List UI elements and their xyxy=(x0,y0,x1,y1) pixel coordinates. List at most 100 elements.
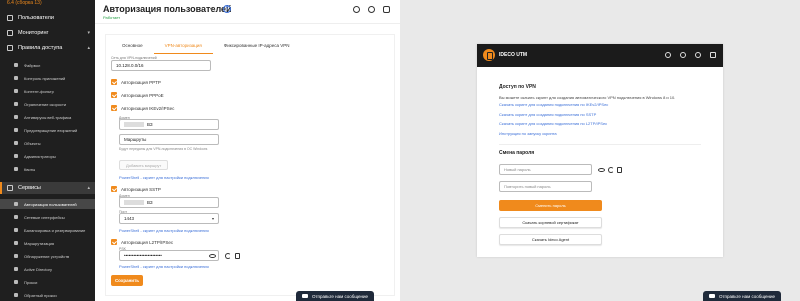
sidebar-item-monitoring[interactable]: Мониторинг ▾ xyxy=(0,27,95,39)
change-password-button[interactable]: Сменить пароль xyxy=(499,200,602,211)
sstp-download-link[interactable]: Скачать скрипт для создания подключения … xyxy=(499,112,596,117)
sidebar-item-ips[interactable]: Предотвращение вторжений xyxy=(0,125,95,135)
reverse-proxy-icon xyxy=(14,293,18,297)
pptp-checkbox[interactable]: Авторизация PPTP xyxy=(111,79,161,85)
sidebar-item-reverse-proxy[interactable]: Обратный прокси xyxy=(0,290,95,300)
add-route-button[interactable]: Добавить маршрут xyxy=(119,160,169,170)
new-password-field[interactable]: Новый пароль xyxy=(499,164,592,175)
domain-field[interactable]: ВЗ xyxy=(119,119,219,130)
settings-icon[interactable] xyxy=(695,52,701,58)
instruction-link[interactable]: Инструкция по запуску скрипта xyxy=(499,131,557,136)
password-heading: Смена пароля xyxy=(499,150,535,156)
l2tp-download-link[interactable]: Скачать скрипт для создания подключения … xyxy=(499,121,607,126)
ideco-logo-icon xyxy=(483,49,495,61)
l2tp-script-link[interactable]: PowerShell - скрипт для настройки подклю… xyxy=(119,264,209,269)
sidebar-item-device-discovery[interactable]: Обнаружение устройств xyxy=(0,251,95,261)
checkbox-checked-icon xyxy=(111,186,117,192)
sidebar-item-users[interactable]: Пользователи xyxy=(0,12,95,24)
sidebar-item-label: Антивирусы веб-трафика xyxy=(24,114,72,120)
chat-icon xyxy=(302,294,308,298)
checkbox-label: Авторизация L2TP/IPSec xyxy=(121,239,174,245)
speed-icon[interactable] xyxy=(680,52,686,58)
repeat-password-field[interactable]: Повторить новый пароль xyxy=(499,181,592,192)
ikev2-script-link[interactable]: PowerShell - скрипт для настройки подклю… xyxy=(119,175,209,180)
tab-fixed-ip[interactable]: Фиксированные IP-адреса VPN xyxy=(213,39,301,54)
help-icon[interactable]: ? xyxy=(223,5,231,13)
sstp-checkbox[interactable]: Авторизация SSTP xyxy=(111,186,161,192)
vpn-net-field[interactable]: 10.128.0.0/16 xyxy=(111,60,211,71)
support-icon[interactable] xyxy=(353,6,360,13)
routing-icon xyxy=(14,241,18,245)
sidebar-item-proxy[interactable]: Прокси xyxy=(0,277,95,287)
chat-button-left[interactable]: Отправьте нам сообщение xyxy=(296,291,375,301)
tab-basic[interactable]: Основное xyxy=(111,39,154,54)
sidebar-item-interfaces[interactable]: Сетевые интерфейсы xyxy=(0,212,95,222)
sidebar-item-user-auth[interactable]: Авторизация пользователей xyxy=(0,199,95,209)
port-select[interactable]: 1443 xyxy=(119,213,219,224)
user-icon[interactable] xyxy=(665,52,671,58)
ikev2-download-link[interactable]: Скачать скрипт для создания подключения … xyxy=(499,102,608,107)
screen: 6.4 (сборка 13) Пользователи Мониторинг … xyxy=(0,0,800,301)
pppoe-checkbox[interactable]: Авторизация PPPoE xyxy=(111,92,164,98)
sidebar-item-firewall[interactable]: Файрвол xyxy=(0,60,95,70)
sidebar-item-quotas[interactable]: Квоты xyxy=(0,164,95,174)
sidebar-item-label: Администраторы xyxy=(24,153,56,159)
eye-icon[interactable] xyxy=(209,254,216,258)
eye-icon[interactable] xyxy=(598,168,605,172)
logout-icon[interactable] xyxy=(710,52,716,58)
filter-icon xyxy=(14,89,18,93)
copy-icon[interactable] xyxy=(617,167,622,173)
sidebar-item-routing[interactable]: Маршрутизация xyxy=(0,238,95,248)
firewall-icon xyxy=(14,63,18,67)
sidebar-item-speed-limit[interactable]: Ограничение скорости xyxy=(0,99,95,109)
chevron-down-icon: ▾ xyxy=(212,216,215,221)
devices-icon xyxy=(14,254,18,258)
chat-label: Отправьте нам сообщение xyxy=(719,293,776,299)
l2tp-checkbox[interactable]: Авторизация L2TP/IPSec xyxy=(111,239,173,245)
sidebar-item-services[interactable]: Сервисы ▴ xyxy=(0,182,95,194)
vpn-description: Вы можете скачать скрипт для создания ав… xyxy=(499,95,676,100)
sidebar-item-label: Объекты xyxy=(24,140,41,146)
ikev2-checkbox[interactable]: Авторизация IKEv2/IPSec xyxy=(111,105,174,111)
refresh-icon[interactable] xyxy=(608,167,614,173)
antivirus-icon xyxy=(14,115,18,119)
chat-icon xyxy=(709,294,715,298)
sidebar-item-label: Прокси xyxy=(24,279,38,285)
copy-icon[interactable] xyxy=(235,253,240,259)
chevron-down-icon[interactable]: ▾ xyxy=(210,6,213,13)
settings-card: Основное VPN-авторизация Фиксированные I… xyxy=(105,34,395,296)
refresh-icon[interactable] xyxy=(225,253,231,259)
sstp-domain-field[interactable]: ВЗ xyxy=(119,197,219,208)
download-cert-button[interactable]: Скачать корневой сертификат xyxy=(499,217,602,228)
checkbox-checked-icon xyxy=(111,239,117,245)
psk-field[interactable]: •••••••••••••••••••••••• xyxy=(119,250,219,261)
save-button[interactable]: Сохранить xyxy=(111,275,143,286)
sidebar-item-app-control[interactable]: Контроль приложений xyxy=(0,73,95,83)
sidebar-item-balancing[interactable]: Балансировка и резервирование xyxy=(0,225,95,235)
sidebar-item-label: Предотвращение вторжений xyxy=(24,127,78,133)
sidebar-item-label: Правила доступа xyxy=(18,45,63,51)
sidebar-item-active-directory[interactable]: Active Directory xyxy=(0,264,95,274)
user-icon[interactable] xyxy=(383,6,390,13)
sidebar-item-label: Active Directory xyxy=(24,266,53,272)
chat-label: Отправьте нам сообщение xyxy=(312,293,369,299)
tabs: Основное VPN-авторизация Фиксированные I… xyxy=(111,39,300,54)
sstp-script-link[interactable]: PowerShell - скрипт для настройки подклю… xyxy=(119,228,209,233)
sidebar-item-label: Сервисы xyxy=(18,185,41,191)
sidebar-item-label: Обнаружение устройств xyxy=(24,253,70,259)
chevron-up-icon: ▴ xyxy=(87,45,90,51)
bell-icon[interactable] xyxy=(368,6,375,13)
main-panel: Авторизация пользователей ▾ ? Работает О… xyxy=(95,0,400,301)
sidebar-item-admins[interactable]: Администраторы xyxy=(0,151,95,161)
directory-icon xyxy=(14,267,18,271)
user-portal: IDECO UTM Доступ по VPN Вы можете скачат… xyxy=(477,44,723,257)
sidebar-item-content-filter[interactable]: Контент-фильтр xyxy=(0,86,95,96)
routes-field[interactable]: Маршруты xyxy=(119,134,219,145)
download-agent-button[interactable]: Скачать Ideco Agent xyxy=(499,234,602,245)
services-icon xyxy=(7,185,13,191)
chat-button-right[interactable]: Отправьте нам сообщение xyxy=(703,291,782,301)
sidebar-item-access-rules[interactable]: Правила доступа ▴ xyxy=(0,42,95,54)
sidebar-item-antivirus[interactable]: Антивирусы веб-трафика xyxy=(0,112,95,122)
tab-vpn-auth[interactable]: VPN-авторизация xyxy=(153,39,213,54)
sidebar-item-objects[interactable]: Объекты xyxy=(0,138,95,148)
